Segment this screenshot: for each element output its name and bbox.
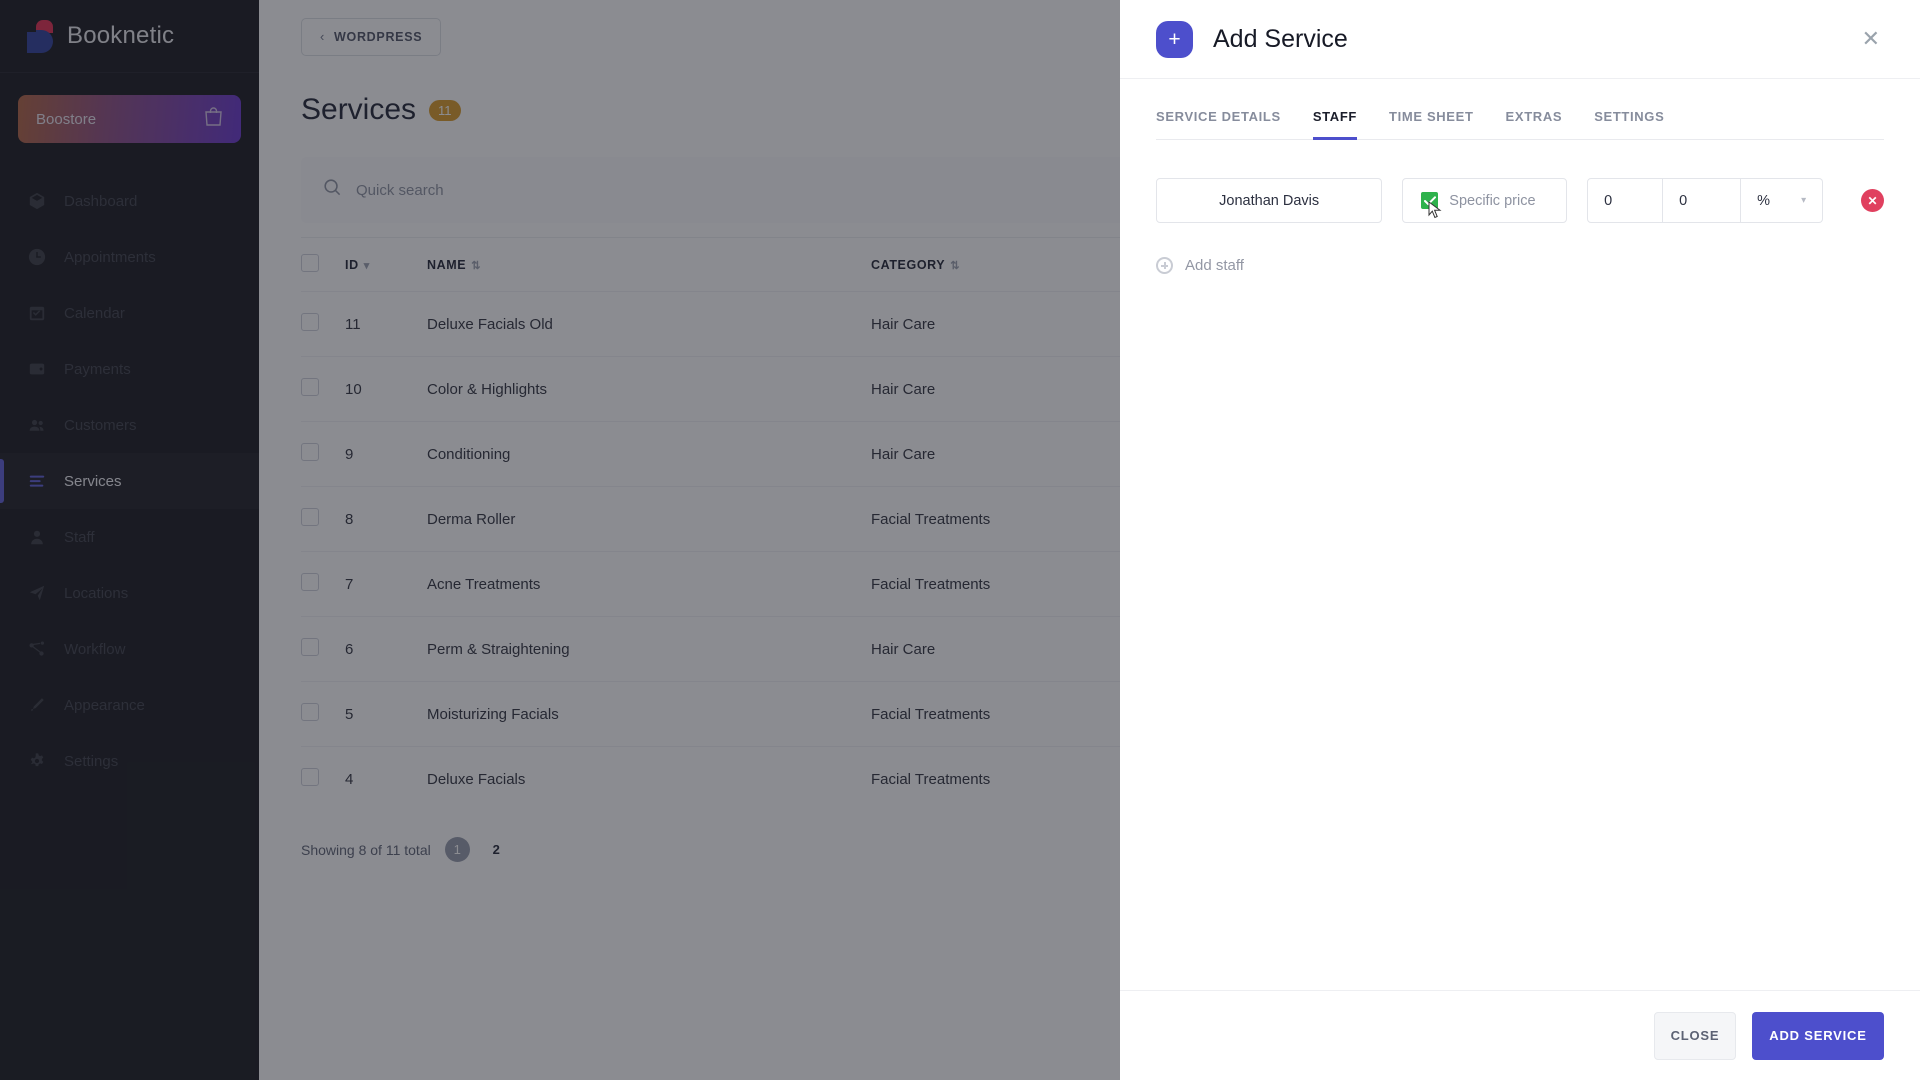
specific-price-checkbox[interactable] bbox=[1421, 192, 1442, 219]
plus-icon[interactable]: + bbox=[1156, 20, 1193, 58]
modal-tabs: SERVICE DETAILS STAFF TIME SHEET EXTRAS … bbox=[1156, 79, 1884, 140]
deposit-input[interactable]: 0 bbox=[1663, 178, 1742, 223]
add-service-modal: + Add Service ✕ SERVICE DETAILS STAFF TI… bbox=[1120, 0, 1920, 1080]
tab-service-details[interactable]: SERVICE DETAILS bbox=[1156, 109, 1281, 140]
specific-price-label: Specific price bbox=[1449, 192, 1536, 209]
deposit-unit-select[interactable]: % ▾ bbox=[1741, 178, 1824, 223]
tab-extras[interactable]: EXTRAS bbox=[1506, 109, 1563, 140]
price-group: 0 0 % ▾ bbox=[1587, 178, 1824, 223]
tab-settings[interactable]: SETTINGS bbox=[1594, 109, 1664, 140]
price-input[interactable]: 0 bbox=[1587, 178, 1664, 223]
add-staff-button[interactable]: Add staff bbox=[1156, 257, 1884, 274]
close-icon[interactable]: ✕ bbox=[1856, 22, 1886, 56]
staff-row: Jonathan Davis Specific price 0 0 % ▾ ✕ bbox=[1156, 178, 1884, 223]
tab-staff[interactable]: STAFF bbox=[1312, 109, 1358, 140]
delete-circle-icon[interactable]: ✕ bbox=[1861, 189, 1884, 212]
modal-header: + Add Service ✕ bbox=[1120, 0, 1920, 79]
plus-circle-icon bbox=[1156, 257, 1173, 274]
app-root: Booknetic Boostore Dashboard Appointment… bbox=[0, 0, 1920, 1080]
add-service-button[interactable]: ADD SERVICE bbox=[1752, 1011, 1884, 1060]
add-staff-label: Add staff bbox=[1185, 257, 1244, 274]
modal-footer: CLOSE ADD SERVICE bbox=[1120, 990, 1920, 1080]
staff-name-select[interactable]: Jonathan Davis bbox=[1156, 178, 1383, 223]
modal-body: SERVICE DETAILS STAFF TIME SHEET EXTRAS … bbox=[1120, 79, 1920, 990]
modal-title: Add Service bbox=[1213, 24, 1348, 53]
chevron-down-icon: ▾ bbox=[1801, 195, 1807, 206]
close-button[interactable]: CLOSE bbox=[1654, 1011, 1736, 1060]
deposit-unit-value: % bbox=[1757, 192, 1771, 209]
specific-price-toggle[interactable]: Specific price bbox=[1402, 178, 1568, 223]
tab-time-sheet[interactable]: TIME SHEET bbox=[1389, 109, 1474, 140]
